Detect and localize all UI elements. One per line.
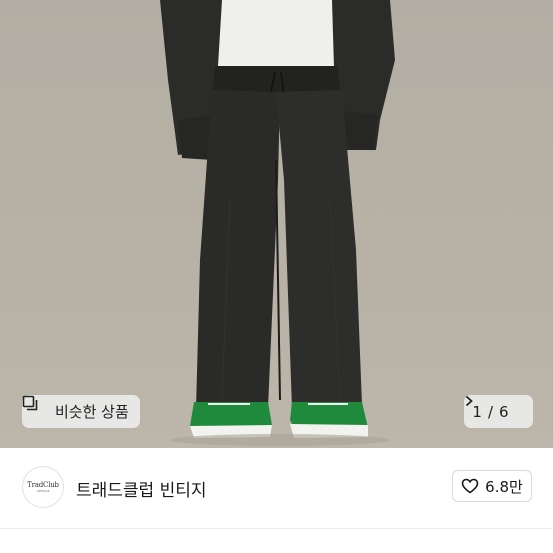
shop-name[interactable]: 트래드클럽 빈티지 — [76, 476, 207, 501]
divider — [0, 528, 553, 529]
similar-items-label: 비슷한 상품 — [55, 403, 129, 421]
shop-logo-text: TradClub — [27, 481, 59, 489]
similar-items-button[interactable]: 비슷한 상품 — [22, 395, 140, 428]
product-photo-illustration — [160, 0, 395, 446]
shop-info-row: TradClub VINTAGE 트래드클럽 빈티지 6.8만 — [0, 448, 553, 528]
product-image[interactable]: 비슷한 상품 1 / 6 — [0, 0, 553, 448]
shop-logo[interactable]: TradClub VINTAGE — [22, 466, 64, 508]
heart-outline-icon — [461, 478, 479, 494]
shop-logo-subtext: VINTAGE — [36, 489, 50, 493]
like-button[interactable]: 6.8만 — [452, 470, 532, 502]
similar-items-icon — [22, 395, 49, 420]
pager-total: 6 — [499, 402, 509, 421]
chevron-right-icon — [465, 395, 525, 418]
image-pager[interactable]: 1 / 6 — [464, 395, 533, 428]
like-count: 6.8만 — [485, 477, 523, 496]
product-title-partial: ... — [22, 545, 35, 553]
pager-separator: / — [487, 402, 494, 421]
